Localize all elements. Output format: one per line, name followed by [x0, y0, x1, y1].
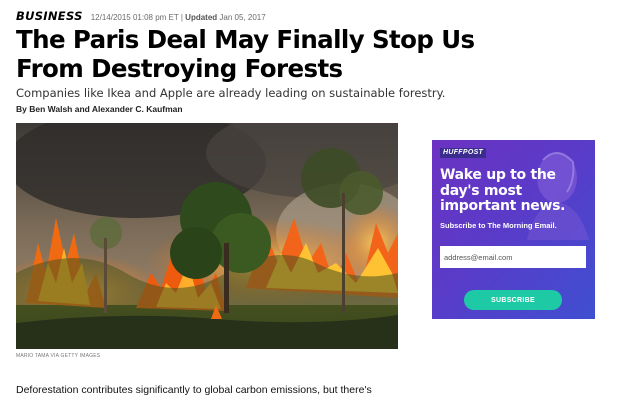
hero-image	[16, 123, 398, 349]
published-date: 12/14/2015 01:08 pm ET	[90, 13, 179, 22]
article-byline: By Ben Walsh and Alexander C. Kaufman	[16, 104, 183, 114]
image-credit: MARIO TAMA VIA GETTY IMAGES	[16, 353, 101, 359]
article-body-text: Deforestation contributes significantly …	[16, 384, 372, 401]
newsletter-ad: HUFFPOST Wake up to the day's most impor…	[432, 140, 595, 319]
article-subhead: Companies like Ikea and Apple are alread…	[16, 86, 446, 100]
article-headline: The Paris Deal May Finally Stop Us From …	[16, 25, 475, 83]
dateline: 12/14/2015 01:08 pm ET | Updated Jan 05,…	[91, 13, 266, 22]
section-label[interactable]: BUSINESS	[16, 9, 83, 23]
updated-date: Jan 05, 2017	[219, 13, 266, 22]
huffpost-logo[interactable]: HUFFPOST	[440, 148, 487, 158]
dateline-separator: |	[180, 13, 183, 22]
subscribe-button[interactable]: SUBSCRIBE	[464, 290, 562, 310]
article-meta: BUSINESS 12/14/2015 01:08 pm ET | Update…	[16, 9, 266, 23]
newsletter-title: Wake up to the day's most important news…	[440, 167, 566, 214]
updated-label: Updated	[185, 13, 218, 22]
newsletter-subtitle: Subscribe to The Morning Email.	[440, 221, 557, 230]
email-input[interactable]	[440, 246, 586, 268]
forest-fire-photo	[16, 123, 398, 349]
